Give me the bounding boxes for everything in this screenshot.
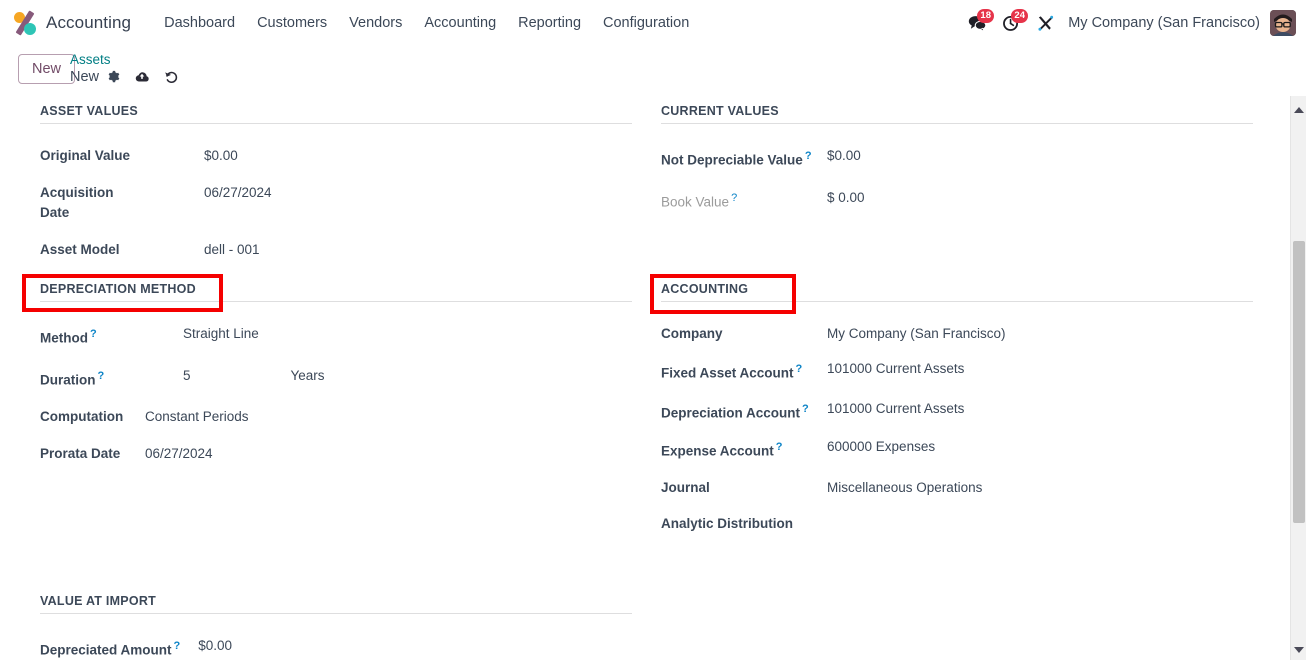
field-value[interactable]: My Company (San Francisco) xyxy=(827,324,1006,344)
accounting-group: Accounting Company My Company (San Franc… xyxy=(661,282,1253,534)
field-value[interactable]: $0.00 xyxy=(198,636,232,656)
field-value[interactable]: $0.00 xyxy=(827,146,861,166)
scrollbar-thumb[interactable] xyxy=(1293,241,1305,523)
field-label: Not Depreciable Value? xyxy=(661,150,812,168)
activities-badge: 24 xyxy=(1011,9,1029,23)
tools-button[interactable] xyxy=(1028,8,1062,38)
field-value[interactable]: Straight Line xyxy=(183,324,259,344)
menu-item-dashboard[interactable]: Dashboard xyxy=(153,9,246,37)
field-value[interactable]: $0.00 xyxy=(204,146,238,166)
depreciation-method-group: Depreciation Method Method? Straight Lin… xyxy=(40,282,632,464)
field-label: Asset Model xyxy=(40,242,120,257)
help-tooltip-icon[interactable]: ? xyxy=(805,150,812,162)
field-label: Computation xyxy=(40,409,124,424)
menu-item-configuration[interactable]: Configuration xyxy=(592,9,700,37)
scroll-down-arrow-icon[interactable] xyxy=(1291,642,1306,658)
field-label: Book Value? xyxy=(661,191,738,210)
field-label: Original Value xyxy=(40,148,131,163)
app-brand[interactable]: Accounting xyxy=(10,8,131,38)
field-label: Method? xyxy=(40,328,97,346)
current-values-group: Current Values Not Depreciable Value? $0… xyxy=(661,104,1253,212)
field-book-value: Book Value? $ 0.00 xyxy=(661,188,1253,213)
field-method[interactable]: Method? Straight Line xyxy=(40,324,632,349)
scroll-up-arrow-icon[interactable] xyxy=(1291,102,1306,118)
help-tooltip-icon[interactable]: ? xyxy=(796,363,803,375)
field-duration[interactable]: Duration? 5 Years xyxy=(40,366,632,391)
field-prorata-date[interactable]: Prorata Date 06/27/2024 xyxy=(40,444,632,464)
field-computation[interactable]: Computation Constant Periods xyxy=(40,407,632,427)
field-label: Company xyxy=(661,326,723,341)
field-label: Analytic Distribution xyxy=(661,515,794,531)
field-acquisition-date[interactable]: Acquisition Date 06/27/2024 xyxy=(40,183,632,223)
top-navbar: Accounting Dashboard Customers Vendors A… xyxy=(0,0,1306,46)
field-label: Expense Account? xyxy=(661,441,783,459)
field-fixed-asset-account[interactable]: Fixed Asset Account? 101000 Current Asse… xyxy=(661,359,1253,384)
field-original-value[interactable]: Original Value $0.00 xyxy=(40,146,632,166)
field-company[interactable]: Company My Company (San Francisco) xyxy=(661,324,1253,344)
breadcrumb: Assets New xyxy=(70,52,179,85)
field-not-depreciable-value[interactable]: Not Depreciable Value? $0.00 xyxy=(661,146,1253,171)
breadcrumb-item-assets[interactable]: Assets xyxy=(70,52,179,68)
asset-values-group-title: Asset Values xyxy=(40,104,632,124)
app-name: Accounting xyxy=(46,13,132,32)
control-panel: New Assets New xyxy=(0,46,1306,135)
field-value: $ 0.00 xyxy=(827,189,865,205)
field-expense-account[interactable]: Expense Account? 600000 Expenses xyxy=(661,437,1253,462)
field-label: Duration? xyxy=(40,369,105,388)
field-value[interactable]: 5 xyxy=(183,366,191,386)
menu-item-accounting[interactable]: Accounting xyxy=(413,9,507,37)
menu-item-reporting[interactable]: Reporting xyxy=(507,9,592,37)
field-label: Depreciation Account? xyxy=(661,402,809,421)
field-value[interactable]: 101000 Current Assets xyxy=(827,359,964,379)
help-tooltip-icon[interactable]: ? xyxy=(731,192,737,204)
breadcrumb-item-current: New xyxy=(70,68,100,85)
undo-icon[interactable] xyxy=(164,70,179,84)
field-asset-model[interactable]: Asset Model dell - 001 xyxy=(40,240,632,260)
vertical-scrollbar[interactable] xyxy=(1290,96,1306,660)
messages-badge: 18 xyxy=(977,9,995,23)
field-journal[interactable]: Journal Miscellaneous Operations xyxy=(661,478,1253,498)
odoo-logo-icon[interactable] xyxy=(10,8,40,38)
user-avatar[interactable] xyxy=(1270,10,1296,36)
duration-unit-label: Years xyxy=(290,367,325,383)
activities-button[interactable]: 24 xyxy=(994,8,1029,38)
crossed-tools-icon xyxy=(1038,15,1053,31)
field-depreciation-account[interactable]: Depreciation Account? 101000 Current Ass… xyxy=(661,399,1253,424)
menu-item-customers[interactable]: Customers xyxy=(246,9,338,37)
company-switcher[interactable]: My Company (San Francisco) xyxy=(1068,15,1260,31)
accounting-group-title: Accounting xyxy=(661,282,1253,302)
field-label: Acquisition Date xyxy=(40,185,114,220)
asset-values-group: Asset Values Original Value $0.00 Acquis… xyxy=(40,104,632,260)
help-tooltip-icon[interactable]: ? xyxy=(98,370,105,382)
navbar-right-area: 18 24 My Company (San Francisco) xyxy=(960,0,1296,46)
field-value[interactable]: 101000 Current Assets xyxy=(827,399,964,419)
field-value[interactable]: Miscellaneous Operations xyxy=(827,478,982,498)
field-value[interactable]: 06/27/2024 xyxy=(204,183,272,203)
field-value[interactable]: Constant Periods xyxy=(145,407,249,427)
field-label: Journal xyxy=(661,479,710,495)
cloud-upload-icon[interactable] xyxy=(134,70,150,84)
field-value[interactable]: 600000 Expenses xyxy=(827,437,935,457)
field-depreciated-amount[interactable]: Depreciated Amount? $0.00 xyxy=(40,636,632,660)
gear-icon[interactable] xyxy=(107,70,120,83)
help-tooltip-icon[interactable]: ? xyxy=(802,403,809,415)
field-value[interactable]: 06/27/2024 xyxy=(145,444,213,464)
menu-item-vendors[interactable]: Vendors xyxy=(338,9,413,37)
field-label: Fixed Asset Account? xyxy=(661,363,803,381)
field-analytic-distribution[interactable]: Analytic Distribution xyxy=(661,514,1253,534)
field-value[interactable]: dell - 001 xyxy=(204,240,260,260)
help-tooltip-icon[interactable]: ? xyxy=(90,328,97,340)
messages-button[interactable]: 18 xyxy=(960,8,995,38)
help-tooltip-icon[interactable]: ? xyxy=(776,441,783,453)
value-at-import-group: Value at Import Depreciated Amount? $0.0… xyxy=(40,594,632,660)
depreciation-method-group-title: Depreciation Method xyxy=(40,282,632,302)
asset-form-sheet: Asset Values Original Value $0.00 Acquis… xyxy=(0,96,1290,660)
current-values-group-title: Current Values xyxy=(661,104,1253,124)
new-record-button[interactable]: New xyxy=(18,54,76,84)
main-menu: Dashboard Customers Vendors Accounting R… xyxy=(153,9,700,37)
field-label: Prorata Date xyxy=(40,446,121,461)
value-at-import-group-title: Value at Import xyxy=(40,594,632,614)
help-tooltip-icon[interactable]: ? xyxy=(174,640,181,652)
field-label: Depreciated Amount? xyxy=(40,640,181,658)
